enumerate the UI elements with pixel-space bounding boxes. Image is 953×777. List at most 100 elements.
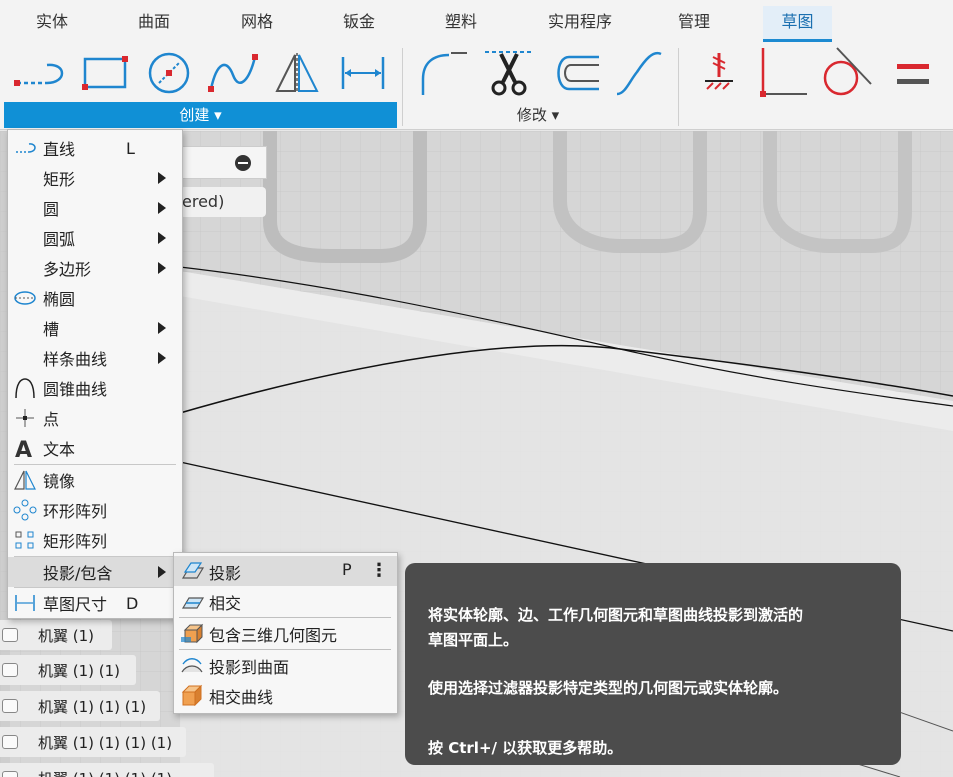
line-icon xyxy=(14,63,64,86)
tab-solid[interactable]: 实体 xyxy=(20,8,84,42)
spline-icon xyxy=(208,54,258,92)
tooltip-description-line: 将实体轮廓、边、工作几何图元和草图曲线投影到激活的 xyxy=(428,606,804,624)
tab-plastic[interactable]: 塑料 xyxy=(429,8,493,42)
menu-item-sketch-dimension[interactable]: 草图尺寸 D xyxy=(8,588,182,618)
project-icon xyxy=(181,562,205,579)
offset-tool-button[interactable] xyxy=(546,46,604,100)
circle-tool-button[interactable] xyxy=(140,46,198,100)
submenu-item-include-3d-geometry[interactable]: 包含三维几何图元 xyxy=(174,618,397,648)
menu-item-circular-pattern[interactable]: 环形阵列 xyxy=(8,495,182,525)
tangent-icon xyxy=(823,47,872,96)
scissors-icon xyxy=(485,51,533,96)
browser-filter-label: ered) xyxy=(180,187,266,217)
fix-constraint-button[interactable] xyxy=(690,46,748,100)
ribbon-toolbar: 创建 ▾ 修改 ▾ xyxy=(0,42,953,130)
menu-item-project-include[interactable]: 投影/包含 xyxy=(8,557,182,587)
project-to-surface-icon xyxy=(181,658,203,673)
collapse-icon[interactable] xyxy=(233,153,253,173)
fix-icon xyxy=(705,53,733,90)
tab-surface[interactable]: 曲面 xyxy=(122,8,186,42)
circle-icon xyxy=(148,52,190,94)
line-icon xyxy=(16,143,36,153)
spline-tool-button[interactable] xyxy=(204,46,262,100)
rectangle-tool-button[interactable] xyxy=(76,46,134,100)
perpendicular-constraint-button[interactable] xyxy=(754,46,812,100)
intersect-icon xyxy=(181,597,205,609)
menu-item-rectangular-pattern[interactable]: 矩形阵列 xyxy=(8,525,182,555)
browser-node[interactable]: 机翼 (1) (1) xyxy=(0,655,136,685)
submenu-arrow-icon xyxy=(158,352,166,364)
mirror-tool-button[interactable] xyxy=(268,46,326,100)
conic-curve-icon xyxy=(15,378,35,399)
menu-item-line[interactable]: 直线 L xyxy=(8,133,182,163)
browser-search-box[interactable] xyxy=(180,146,267,179)
menu-item-circle[interactable]: 圆 xyxy=(8,193,182,223)
menu-item-polygon[interactable]: 多边形 xyxy=(8,253,182,283)
equal-icon xyxy=(897,64,929,84)
fillet-tool-button[interactable] xyxy=(414,46,472,100)
menu-item-slot[interactable]: 槽 xyxy=(8,313,182,343)
tangent-constraint-button[interactable] xyxy=(816,46,874,100)
browser-node[interactable]: 机翼 (1) (1) (1) xyxy=(0,691,160,721)
menu-item-point[interactable]: 点 xyxy=(8,403,182,433)
text-icon: A xyxy=(15,438,32,459)
submenu-arrow-icon xyxy=(158,202,166,214)
submenu-item-project-to-surface[interactable]: 投影到曲面 xyxy=(174,650,397,680)
sketch-dimension-icon xyxy=(15,595,35,611)
tab-sheet-metal[interactable]: 钣金 xyxy=(327,8,391,42)
menu-item-conic-curve[interactable]: 圆锥曲线 xyxy=(8,373,182,403)
intersection-curve-icon xyxy=(181,684,203,706)
rectangle-icon xyxy=(82,56,128,90)
ellipse-icon xyxy=(14,291,36,305)
submenu-item-intersection-curve[interactable]: 相交曲线 xyxy=(174,680,397,710)
body-icon xyxy=(2,699,18,713)
menu-item-rectangle[interactable]: 矩形 xyxy=(8,163,182,193)
create-group-dropdown[interactable]: 创建 ▾ xyxy=(4,102,397,128)
submenu-item-project[interactable]: 投影 P ⋮ xyxy=(174,556,397,586)
more-options-icon[interactable]: ⋮ xyxy=(370,560,388,581)
mirror-icon xyxy=(275,53,319,93)
circular-pattern-icon xyxy=(13,499,37,521)
perpendicular-icon xyxy=(760,48,807,97)
browser-node[interactable]: 机翼 (1) (1) (1) (1) xyxy=(0,763,214,777)
submenu-item-intersect[interactable]: 相交 xyxy=(174,586,397,616)
tab-sketch[interactable]: 草图 xyxy=(763,6,832,42)
body-icon xyxy=(2,771,18,777)
menu-item-arc[interactable]: 圆弧 xyxy=(8,223,182,253)
body-icon xyxy=(2,735,18,749)
dimension-icon xyxy=(341,57,385,89)
line-tool-button[interactable] xyxy=(10,46,68,100)
menu-item-mirror[interactable]: 镜像 xyxy=(8,465,182,495)
svg-text:A: A xyxy=(15,438,32,459)
sketch-curve-icon xyxy=(616,51,662,96)
dimension-tool-button[interactable] xyxy=(334,46,392,100)
submenu-arrow-icon xyxy=(158,566,166,578)
menu-item-spline[interactable]: 样条曲线 xyxy=(8,343,182,373)
tooltip-description-line: 草图平面上。 xyxy=(428,631,519,649)
submenu-arrow-icon xyxy=(158,232,166,244)
equal-constraint-button[interactable] xyxy=(884,46,942,100)
submenu-arrow-icon xyxy=(158,322,166,334)
tooltip-help-line: 按 Ctrl+/ 以获取更多帮助。 xyxy=(428,739,623,757)
create-dropdown-menu: 直线 L 矩形 圆 圆弧 多边形 椭圆 槽 样条曲线 圆锥曲线 点 A 文本 镜… xyxy=(7,129,183,619)
submenu-arrow-icon xyxy=(158,172,166,184)
include-3d-geometry-icon xyxy=(181,623,204,644)
menu-item-ellipse[interactable]: 椭圆 xyxy=(8,283,182,313)
browser-node[interactable]: 机翼 (1) xyxy=(0,620,112,650)
trim-tool-button[interactable] xyxy=(480,46,538,100)
menu-item-text[interactable]: A 文本 xyxy=(8,433,182,463)
tooltip-hint-line: 使用选择过滤器投影特定类型的几何图元或实体轮廓。 xyxy=(428,679,789,697)
rectangular-pattern-icon xyxy=(15,531,34,549)
modify-group-dropdown[interactable]: 修改 ▾ xyxy=(404,102,672,128)
extend-tool-button[interactable] xyxy=(610,46,668,100)
tab-manage[interactable]: 管理 xyxy=(662,8,726,42)
project-include-submenu: 投影 P ⋮ 相交 包含三维几何图元 投影到曲面 相交曲线 xyxy=(173,552,398,714)
point-icon xyxy=(16,409,34,427)
mirror-icon xyxy=(14,470,36,490)
offset-icon xyxy=(557,55,599,91)
submenu-arrow-icon xyxy=(158,262,166,274)
tab-mesh[interactable]: 网格 xyxy=(225,8,289,42)
tab-utilities[interactable]: 实用程序 xyxy=(538,8,622,42)
browser-node[interactable]: 机翼 (1) (1) (1) (1) xyxy=(0,727,186,757)
command-tooltip: 将实体轮廓、边、工作几何图元和草图曲线投影到激活的 草图平面上。 使用选择过滤器… xyxy=(405,563,901,765)
